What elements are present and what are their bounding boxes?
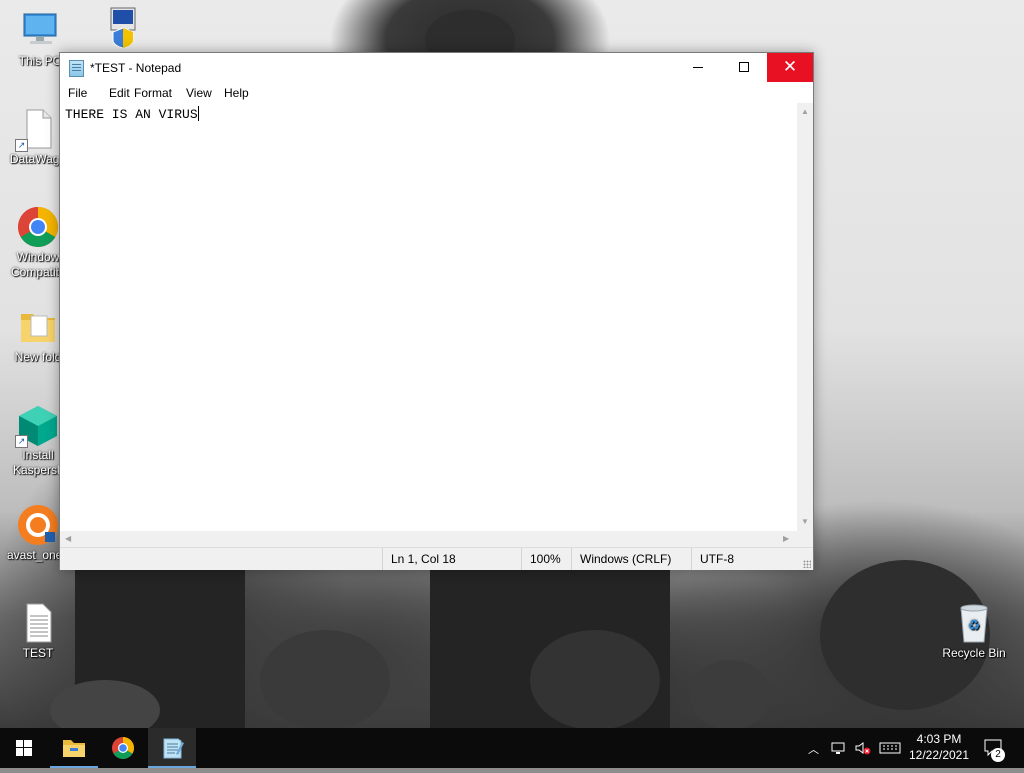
network-icon[interactable]: [830, 740, 846, 759]
wallpaper-figure: [690, 660, 770, 728]
minimize-button[interactable]: [675, 53, 721, 82]
maximize-button[interactable]: [721, 53, 767, 82]
windows-logo-icon: [16, 740, 32, 756]
vertical-scrollbar[interactable]: ▲ ▼: [797, 103, 813, 531]
volume-muted-icon[interactable]: [854, 740, 872, 759]
menu-file[interactable]: File: [66, 86, 89, 100]
scroll-up-icon[interactable]: ▲: [801, 107, 809, 116]
system-clock[interactable]: 4:03 PM 12/22/2021: [904, 731, 974, 763]
desktop-icon-label: TEST: [22, 646, 54, 660]
text-file-icon: [17, 602, 59, 644]
scrollbar-corner: [797, 531, 813, 547]
scroll-left-icon[interactable]: ◀: [65, 534, 71, 543]
touch-keyboard-icon[interactable]: [879, 740, 901, 759]
taskbar-file-explorer[interactable]: [50, 728, 98, 768]
horizontal-scrollbar[interactable]: ◀ ▶: [60, 531, 797, 547]
menu-bar: File Edit Format View Help: [60, 83, 813, 103]
minimize-icon: [693, 67, 703, 68]
resize-grip[interactable]: [803, 560, 811, 568]
status-bar: Ln 1, Col 18 100% Windows (CRLF) UTF-8: [60, 547, 813, 570]
close-button[interactable]: ✕: [767, 53, 813, 82]
status-zoom: 100%: [521, 548, 561, 570]
clock-date: 12/22/2021: [908, 748, 970, 762]
maximize-icon: [739, 62, 749, 72]
chrome-icon: [17, 206, 59, 248]
notepad-window[interactable]: *TEST - Notepad ✕ File Edit Format View …: [59, 52, 814, 570]
show-hidden-icons-chevron-icon[interactable]: ︿: [808, 741, 819, 757]
taskbar: ︿ 4:03 PM 12/22/2021 2: [0, 728, 1024, 768]
notepad-icon: [163, 738, 184, 759]
kaspersky-icon: ↗: [15, 404, 59, 448]
text-caret: [197, 106, 199, 121]
desktop-icon-recycle-bin[interactable]: ♻ Recycle Bin: [936, 602, 1012, 661]
desktop-icon-test[interactable]: TEST: [0, 602, 76, 661]
wallpaper-figure: [260, 630, 390, 728]
status-encoding: UTF-8: [691, 548, 734, 570]
notepad-icon: [69, 60, 84, 77]
status-position: Ln 1, Col 18: [382, 548, 456, 570]
editor-text-value: THERE IS AN VIRUS: [65, 107, 198, 122]
folder-icon: [17, 306, 59, 348]
notification-count-badge: 2: [991, 748, 1005, 762]
wallpaper-figure: [530, 630, 660, 728]
file-shortcut-icon: ↗: [15, 108, 59, 152]
this-pc-icon: [19, 10, 61, 52]
shortcut-arrow-icon: ↗: [15, 139, 28, 152]
taskbar-chrome[interactable]: [99, 728, 147, 768]
svg-text:♻: ♻: [968, 618, 981, 634]
file-explorer-icon: [63, 740, 85, 757]
shortcut-arrow-icon: ↗: [15, 435, 28, 448]
scroll-right-icon[interactable]: ▶: [783, 534, 789, 543]
status-line-ending: Windows (CRLF): [571, 548, 671, 570]
text-editor[interactable]: THERE IS AN VIRUS: [60, 103, 797, 531]
avast-icon: [17, 504, 59, 546]
chrome-icon: [112, 737, 134, 759]
menu-format[interactable]: Format: [132, 86, 174, 100]
menu-help[interactable]: Help: [222, 86, 251, 100]
recycle-bin-icon: ♻: [953, 602, 995, 644]
network-admin-icon: [97, 6, 139, 49]
taskbar-notepad[interactable]: [148, 728, 196, 768]
start-button[interactable]: [0, 728, 48, 768]
menu-view[interactable]: View: [184, 86, 214, 100]
desktop-icon-network-admin[interactable]: [80, 6, 156, 50]
menu-edit[interactable]: Edit: [107, 86, 132, 100]
clock-time: 4:03 PM: [916, 732, 962, 746]
desktop-icon-label: Recycle Bin: [942, 646, 1006, 660]
close-icon: ✕: [782, 57, 798, 76]
window-title: *TEST - Notepad: [90, 61, 182, 75]
title-bar[interactable]: *TEST - Notepad ✕: [60, 53, 813, 83]
editor-content: THERE IS AN VIRUS: [65, 106, 199, 122]
scroll-down-icon[interactable]: ▼: [801, 517, 809, 526]
